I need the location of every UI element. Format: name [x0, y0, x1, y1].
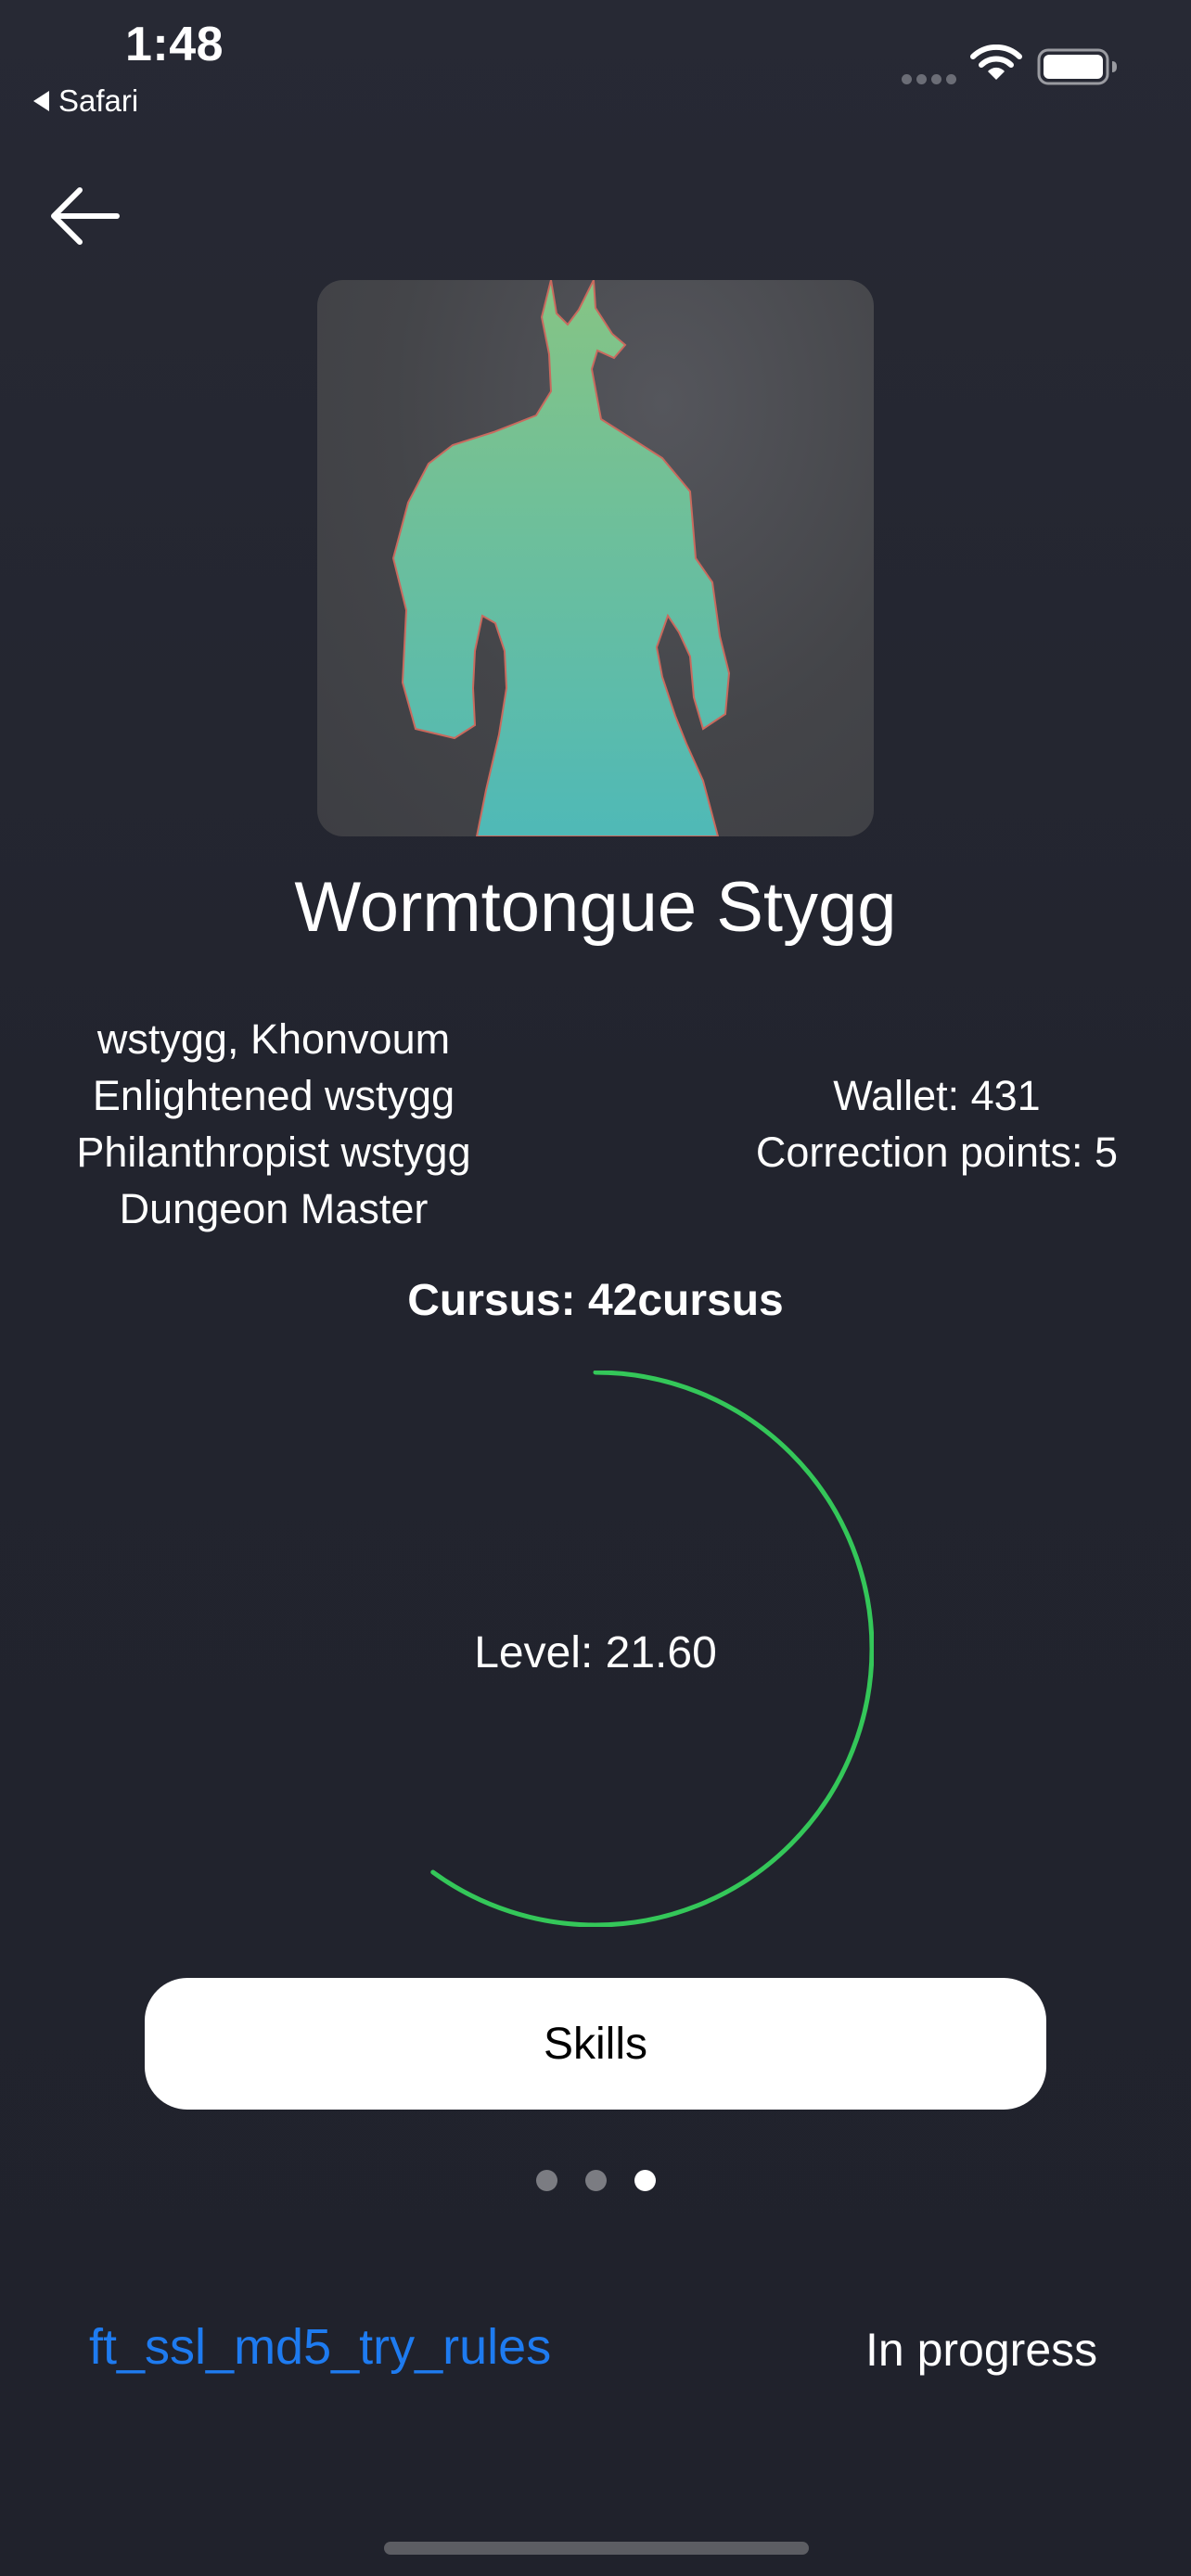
status-back-app-label: Safari: [58, 83, 139, 118]
cursus-label: Cursus: 42cursus: [407, 1276, 784, 1325]
title-item: Enlightened wstygg: [92, 1072, 455, 1119]
titles-list: wstygg, Khonvoum Enlightened wstygg Phil…: [0, 1011, 547, 1237]
page-dot[interactable]: [535, 2170, 557, 2191]
avatar-silhouette: [391, 280, 731, 836]
correction-points-value: Correction points: 5: [755, 1129, 1119, 1176]
profile-avatar: [317, 280, 874, 836]
chevron-left-icon: [33, 91, 49, 111]
page-dot[interactable]: [634, 2170, 656, 2191]
level-value: Level: 21.60: [474, 1628, 717, 1677]
page-indicator[interactable]: [0, 2170, 1191, 2191]
cellular-signal-icon: [902, 74, 956, 84]
page-dot[interactable]: [584, 2170, 607, 2191]
skills-button[interactable]: Skills: [145, 1978, 1046, 2110]
wifi-icon: [970, 45, 1022, 80]
display-name: Wormtongue Stygg: [294, 868, 897, 947]
title-item: Philanthropist wstygg: [76, 1129, 471, 1176]
battery-icon: [1037, 48, 1117, 85]
wallet-block: Wallet: 431 Correction points: 5: [705, 1067, 1169, 1180]
project-status: In progress: [865, 2324, 1098, 2376]
status-time: 1:48: [125, 18, 224, 71]
arrow-left-icon[interactable]: [48, 185, 122, 247]
status-back-to-app[interactable]: Safari: [33, 83, 138, 119]
title-item: wstygg, Khonvoum: [96, 1015, 451, 1063]
title-item: Dungeon Master: [119, 1185, 429, 1232]
project-name-link[interactable]: ft_ssl_md5_try_rules: [89, 2318, 551, 2376]
wallet-value: Wallet: 431: [833, 1072, 1041, 1119]
home-indicator: [384, 2542, 809, 2555]
